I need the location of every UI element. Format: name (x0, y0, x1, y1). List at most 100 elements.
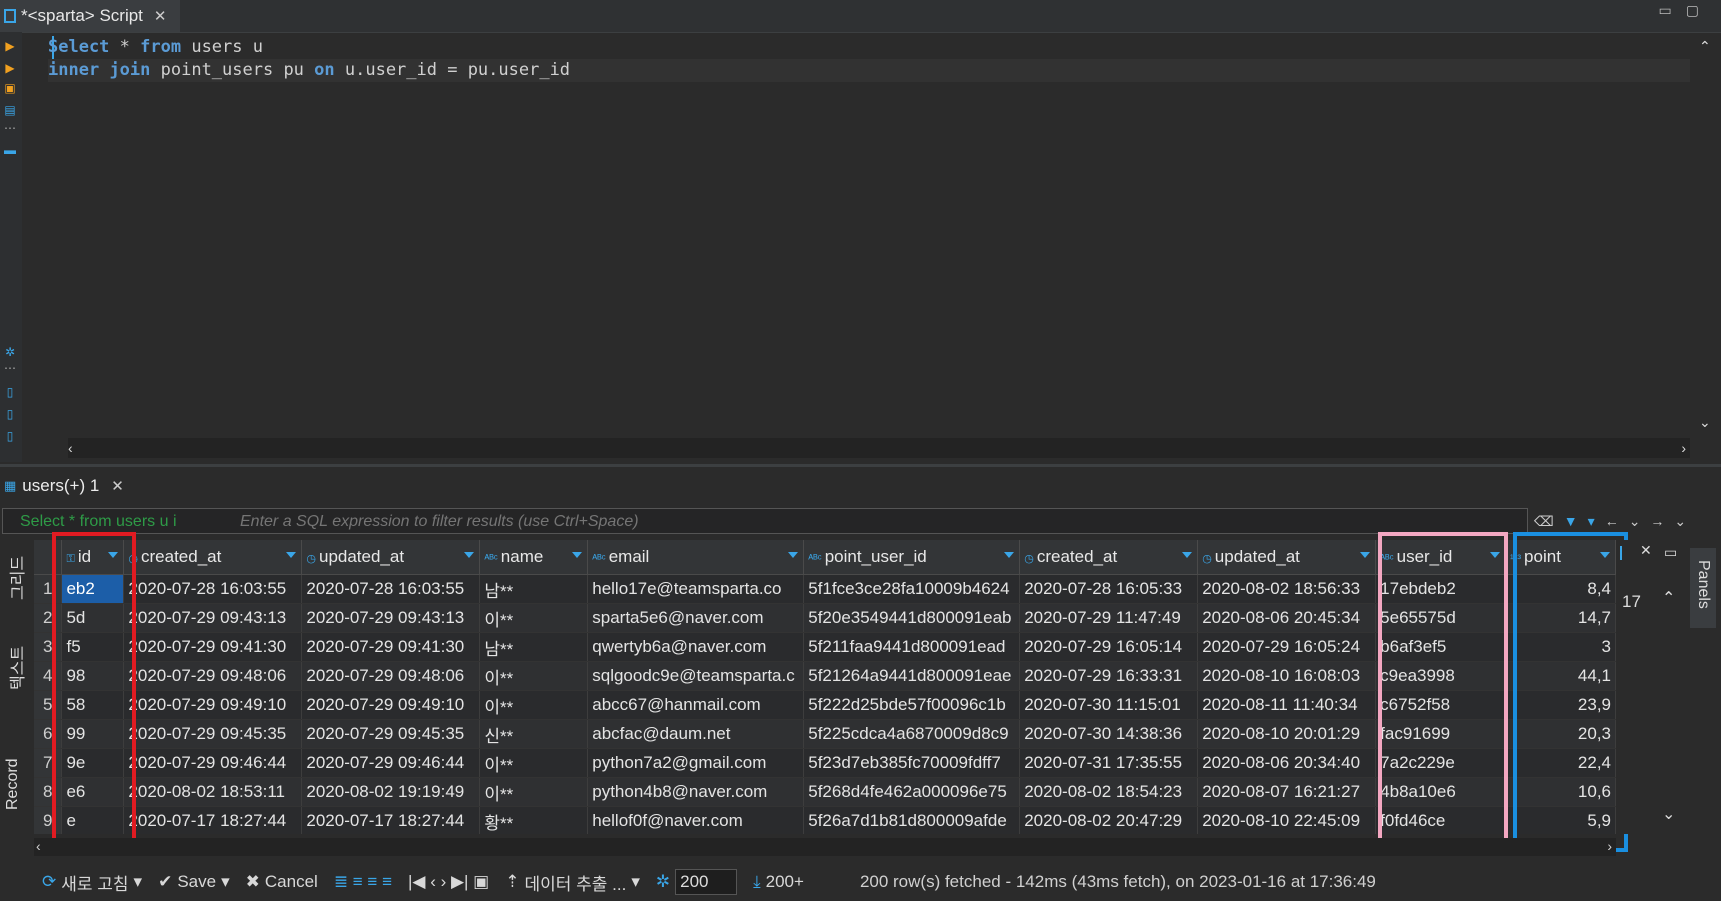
sort-icon[interactable] (286, 552, 297, 558)
execute-icon[interactable]: ▶ (4, 40, 16, 52)
table-cell[interactable]: 5f26a7d1b81d800009afde (803, 806, 1021, 834)
grid-horizontal-scrollbar[interactable]: ‹ › (34, 838, 1616, 856)
eraser-icon[interactable]: ⌫ (1534, 513, 1554, 530)
chevron-down-icon[interactable]: ▾ (134, 872, 143, 892)
table-cell[interactable]: 2020-07-29 09:48:06 (301, 661, 481, 691)
chevron-down-icon[interactable]: ⌄ (1629, 513, 1641, 530)
navigation-tools[interactable]: |◀ ‹ › ▶| ▣ (408, 872, 489, 892)
table-cell[interactable]: 이** (479, 748, 589, 778)
chevron-down-icon[interactable]: ▾ (221, 872, 230, 892)
table-cell[interactable]: sqlgoodc9e@teamsparta.c (587, 661, 805, 691)
table-cell[interactable]: 2020-07-17 18:27:44 (123, 806, 303, 834)
table-cell[interactable]: python4b8@naver.com (587, 777, 805, 807)
table-cell[interactable]: 5f23d7eb385fc70009fdff7 (803, 748, 1021, 778)
table-cell[interactable]: qwertyb6a@naver.com (587, 632, 805, 662)
table-cell[interactable]: 2020-08-06 20:45:34 (1197, 603, 1377, 633)
table-cell[interactable]: 2020-07-29 09:46:44 (123, 748, 303, 778)
close-icon[interactable]: ✕ (111, 477, 124, 495)
table-row[interactable]: 8 e6 2020-08-02 18:53:11 2020-08-02 19:19:4… (34, 777, 1616, 807)
table-cell[interactable]: 98 (61, 661, 125, 691)
table-row[interactable]: 2 5d 2020-07-29 09:43:13 2020-07-29 09:43:1… (34, 603, 1616, 633)
table-cell[interactable]: 2020-08-11 11:40:34 (1197, 690, 1377, 720)
sort-icon[interactable] (1490, 552, 1501, 558)
filter-icon[interactable]: ▼ (1564, 513, 1578, 529)
tab-text[interactable]: 텍스트 (4, 646, 28, 690)
column-header-id[interactable]: ⚿ id (61, 540, 125, 575)
table-cell[interactable]: 2020-07-29 11:47:49 (1019, 603, 1199, 633)
column-header-point[interactable]: ¹²³ point (1505, 540, 1616, 575)
table-cell[interactable]: 2020-07-29 09:45:35 (301, 719, 481, 749)
splitter[interactable] (0, 464, 1721, 467)
table-cell[interactable]: 5,9 (1505, 806, 1616, 834)
chevron-down-icon[interactable]: ⌄ (1699, 414, 1711, 431)
forward-icon[interactable]: → (1650, 513, 1664, 529)
table-cell[interactable]: 14,7 (1505, 603, 1616, 633)
save-button[interactable]: ✔ Save ▾ (158, 872, 230, 892)
table-cell[interactable]: 2020-07-29 09:49:10 (301, 690, 481, 720)
export-button[interactable]: ⇡ 데이터 추출 ... ▾ (505, 870, 640, 895)
sort-icon[interactable] (1182, 552, 1193, 558)
column-header-created-at[interactable]: ◷ created_at (1019, 540, 1199, 575)
chevron-left-icon[interactable]: ‹ (36, 838, 41, 854)
column-header-updated-at[interactable]: ◷ updated_at (301, 540, 481, 575)
table-cell[interactable]: 2020-08-10 22:45:09 (1197, 806, 1377, 834)
tab-record[interactable]: Record (4, 758, 22, 810)
table-cell[interactable]: 2020-08-10 20:01:29 (1197, 719, 1377, 749)
column-header-email[interactable]: ᴬᴮᶜ email (587, 540, 805, 575)
table-cell[interactable]: 5f268d4fe462a000096e75 (803, 777, 1021, 807)
explain-icon[interactable]: ▤ (4, 104, 16, 116)
table-cell[interactable]: 2020-07-30 14:38:36 (1019, 719, 1199, 749)
table-cell[interactable]: 23,9 (1505, 690, 1616, 720)
close-icon[interactable]: ✕ (154, 7, 167, 25)
minimize-icon[interactable]: ▭ (1664, 544, 1677, 561)
sort-icon[interactable] (108, 552, 119, 558)
table-cell[interactable]: 4b8a10e6 (1375, 777, 1507, 807)
sort-icon[interactable] (1004, 552, 1015, 558)
terminal-icon[interactable]: ▬ (4, 144, 16, 156)
table-cell[interactable]: 2020-07-29 09:41:30 (301, 632, 481, 662)
editor-tab[interactable]: *<sparta> Script ✕ (0, 0, 180, 32)
close-icon[interactable]: ✕ (1640, 542, 1652, 559)
table-cell[interactable]: python7a2@gmail.com (587, 748, 805, 778)
table-cell[interactable]: 44,1 (1505, 661, 1616, 691)
table-cell[interactable]: 17ebdeb2 (1375, 574, 1507, 604)
editor-horizontal-scrollbar[interactable]: ‹ › (68, 438, 1690, 458)
table-cell[interactable]: 2020-07-29 16:05:14 (1019, 632, 1199, 662)
table-cell[interactable]: 남** (479, 632, 589, 662)
table-cell[interactable]: 2020-08-02 19:19:49 (301, 777, 481, 807)
more-icon[interactable]: ⋯ (4, 122, 16, 134)
table-cell[interactable]: 2020-07-30 11:15:01 (1019, 690, 1199, 720)
table-cell[interactable]: 5f1fce3ce28fa10009b4624 (803, 574, 1021, 604)
table-cell[interactable]: 2020-07-28 16:03:55 (301, 574, 481, 604)
chevron-right-icon[interactable]: › (1681, 440, 1686, 456)
table-cell[interactable]: 2020-07-29 09:48:06 (123, 661, 303, 691)
table-cell[interactable]: 2020-08-07 16:21:27 (1197, 777, 1377, 807)
table-cell[interactable]: 2020-07-17 18:27:44 (301, 806, 481, 834)
table-cell[interactable]: 이** (479, 661, 589, 691)
table-cell[interactable]: e6 (61, 777, 125, 807)
back-icon[interactable]: ← (1605, 513, 1619, 529)
table-cell[interactable]: hello17e@teamsparta.co (587, 574, 805, 604)
table-cell[interactable]: 22,4 (1505, 748, 1616, 778)
table-cell[interactable]: 5e65575d (1375, 603, 1507, 633)
table-cell[interactable]: abcc67@hanmail.com (587, 690, 805, 720)
sort-icon[interactable] (1600, 552, 1610, 558)
table-row[interactable]: 6 99 2020-07-29 09:45:35 2020-07-29 09:45:3… (34, 719, 1616, 749)
column-header-name[interactable]: ᴬᴮᶜ name (479, 540, 589, 575)
table-cell[interactable]: 10,6 (1505, 777, 1616, 807)
panel-sash[interactable] (1620, 546, 1636, 560)
table-row[interactable]: 4 98 2020-07-29 09:48:06 2020-07-29 09:48:0… (34, 661, 1616, 691)
table-cell[interactable]: 2020-08-02 18:53:11 (123, 777, 303, 807)
table-cell[interactable]: sparta5e6@naver.com (587, 603, 805, 633)
table-cell[interactable]: 이** (479, 690, 589, 720)
window-controls[interactable]: ▭▢ (1659, 2, 1713, 19)
table-cell[interactable]: c9ea3998 (1375, 661, 1507, 691)
table-row[interactable]: 1 eb2 2020-07-28 16:03:55 2020-07-28 16:03:… (34, 574, 1616, 604)
table-cell[interactable]: b6af3ef5 (1375, 632, 1507, 662)
column-header-created-at[interactable]: ◷ created_at (123, 540, 303, 575)
sort-icon[interactable] (572, 552, 583, 558)
table-cell[interactable]: eb2 (61, 574, 125, 604)
table-row[interactable]: 5 58 2020-07-29 09:49:10 2020-07-29 09:49:1… (34, 690, 1616, 720)
table-cell[interactable]: 2020-07-29 09:43:13 (123, 603, 303, 633)
table-cell[interactable]: 2020-08-02 18:54:23 (1019, 777, 1199, 807)
